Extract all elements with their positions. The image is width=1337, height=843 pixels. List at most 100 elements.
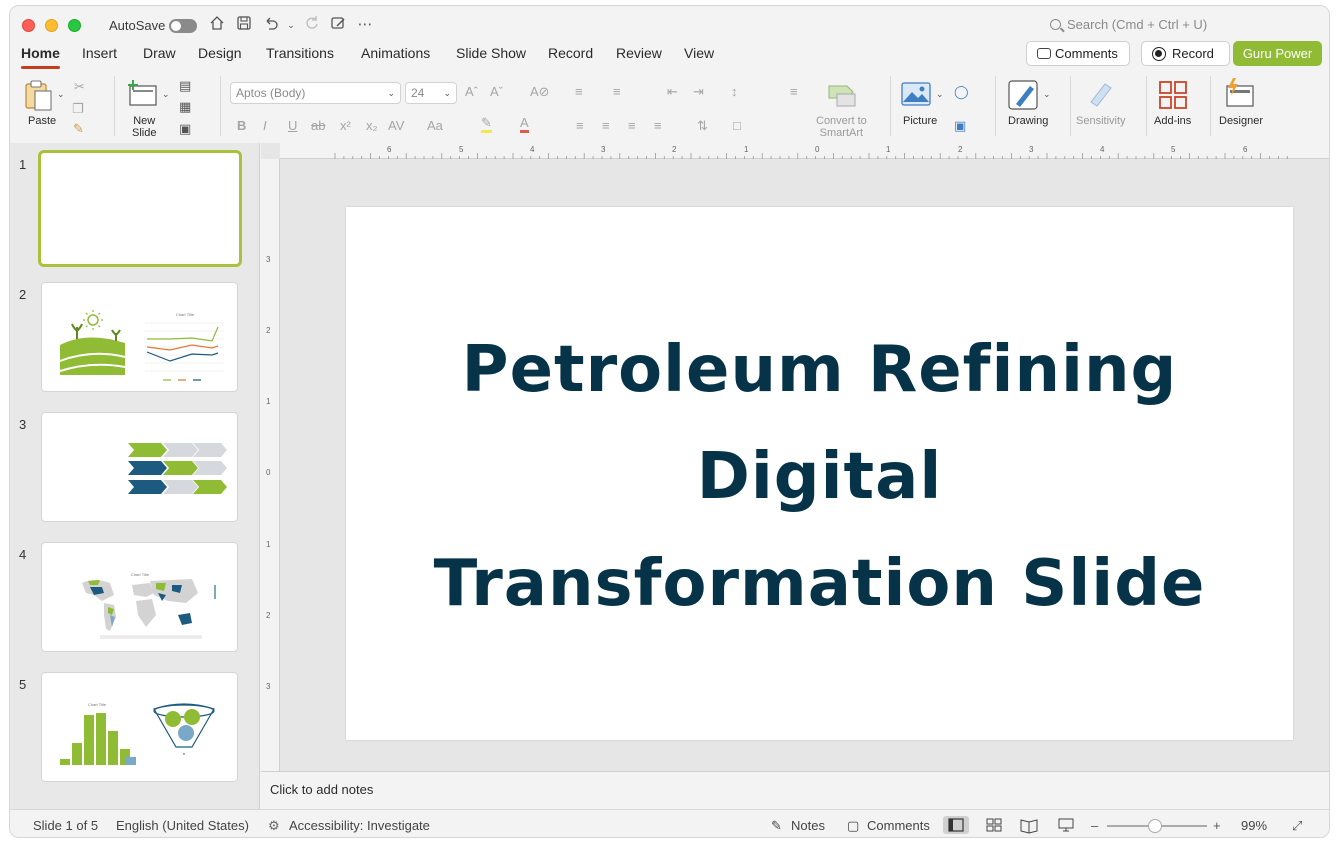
- reading-view-button[interactable]: [1016, 816, 1042, 834]
- paste-button[interactable]: [24, 80, 54, 115]
- align-center-icon[interactable]: ≡: [602, 118, 610, 133]
- tab-design[interactable]: Design: [198, 45, 242, 61]
- notes-pane[interactable]: Click to add notes: [261, 771, 1329, 809]
- change-case-icon[interactable]: Aa: [427, 118, 443, 133]
- notes-icon[interactable]: ✎: [771, 818, 782, 834]
- redo-icon[interactable]: [302, 15, 322, 35]
- line-spacing-icon[interactable]: ↕: [731, 84, 738, 99]
- font-size-select[interactable]: 24 ⌄: [405, 82, 457, 104]
- language[interactable]: English (United States): [116, 818, 249, 833]
- slide-thumbnail-3[interactable]: [41, 412, 238, 522]
- more-icon[interactable]: ⋯: [355, 15, 375, 35]
- slide-thumbnail-1[interactable]: [38, 150, 242, 267]
- search-input[interactable]: Search (Cmd + Ctrl + U): [1067, 17, 1207, 32]
- drawing-dropdown-chevron-icon[interactable]: ⌄: [1043, 89, 1051, 100]
- notes-placeholder[interactable]: Click to add notes: [270, 782, 373, 797]
- font-color-icon[interactable]: A: [520, 116, 529, 133]
- save-icon[interactable]: [234, 15, 254, 35]
- slide-title[interactable]: Petroleum Refining Digital Transformatio…: [346, 317, 1293, 638]
- close-window-button[interactable]: [22, 19, 35, 32]
- align-right-icon[interactable]: ≡: [628, 118, 636, 133]
- comments-button[interactable]: Comments: [1026, 41, 1130, 66]
- addins-button[interactable]: [1159, 81, 1187, 112]
- normal-view-button[interactable]: [943, 816, 969, 834]
- columns-icon[interactable]: ≡: [790, 84, 798, 99]
- slide-thumbnail-2[interactable]: Chart Title: [41, 282, 238, 392]
- zoom-level[interactable]: 99%: [1241, 818, 1267, 833]
- reset-icon[interactable]: ▦: [179, 99, 191, 115]
- slide-thumbnail-4[interactable]: Chart Title: [41, 542, 238, 652]
- shapes-icon[interactable]: ◯: [954, 84, 969, 100]
- bold-icon[interactable]: B: [237, 118, 246, 133]
- superscript-icon[interactable]: x²: [340, 118, 351, 133]
- underline-icon[interactable]: U: [288, 118, 297, 133]
- picture-button[interactable]: [901, 82, 931, 109]
- bullets-icon[interactable]: ≡: [575, 84, 583, 99]
- zoom-in-icon[interactable]: +: [1213, 818, 1221, 833]
- tab-animations[interactable]: Animations: [361, 45, 430, 61]
- slide-1[interactable]: Petroleum Refining Digital Transformatio…: [346, 207, 1293, 740]
- undo-dropdown-chevron-icon[interactable]: ⌄: [281, 15, 301, 35]
- notes-toggle[interactable]: Notes: [791, 818, 825, 833]
- tab-home[interactable]: Home: [21, 45, 60, 69]
- numbering-icon[interactable]: ≡: [613, 84, 621, 99]
- accessibility-status[interactable]: Accessibility: Investigate: [289, 818, 430, 833]
- layout-icon[interactable]: ▤: [179, 78, 191, 94]
- slide-thumbnail-5[interactable]: Chart Title ●: [41, 672, 238, 782]
- text-direction-icon[interactable]: ⇅: [697, 118, 708, 134]
- align-left-icon[interactable]: ≡: [576, 118, 584, 133]
- comment-icon[interactable]: ▢: [847, 818, 859, 834]
- minimize-window-button[interactable]: [45, 19, 58, 32]
- present-icon[interactable]: [328, 15, 348, 35]
- cut-icon[interactable]: ✂: [74, 79, 85, 95]
- italic-icon[interactable]: I: [263, 118, 267, 133]
- increase-font-size-icon[interactable]: Aˆ: [465, 84, 478, 99]
- copy-icon[interactable]: ❐: [72, 101, 84, 117]
- fit-to-window-icon[interactable]: ⤢: [1292, 818, 1302, 834]
- zoom-window-button[interactable]: [68, 19, 81, 32]
- autosave-toggle[interactable]: [169, 19, 197, 33]
- drawing-button[interactable]: [1008, 80, 1040, 113]
- designer-button[interactable]: [1224, 78, 1256, 111]
- text-box-icon[interactable]: ▣: [954, 118, 966, 134]
- new-slide-button[interactable]: [127, 80, 159, 111]
- tab-review[interactable]: Review: [616, 45, 662, 61]
- sensitivity-button[interactable]: [1087, 80, 1113, 111]
- guru-power-button[interactable]: Guru Power: [1233, 41, 1322, 66]
- new-slide-dropdown-chevron-icon[interactable]: ⌄: [162, 89, 170, 100]
- subscript-icon[interactable]: x₂: [366, 118, 378, 133]
- tab-view[interactable]: View: [684, 45, 714, 61]
- comments-toggle[interactable]: Comments: [867, 818, 930, 833]
- zoom-slider-handle[interactable]: [1148, 819, 1162, 833]
- justify-icon[interactable]: ≡: [654, 118, 662, 133]
- section-icon[interactable]: ▣: [179, 121, 191, 137]
- search-box[interactable]: Search (Cmd + Ctrl + U): [1050, 17, 1207, 32]
- slide-editing-canvas[interactable]: 6 5 4 3 2 1 0 1 2 3 4 5 6 3 2 1 0 1 2 3 …: [261, 143, 1329, 771]
- strikethrough-icon[interactable]: ab: [311, 118, 325, 133]
- clear-formatting-icon[interactable]: A⊘: [530, 84, 550, 100]
- increase-indent-icon[interactable]: ⇥: [693, 84, 704, 100]
- format-painter-icon[interactable]: ✎: [73, 121, 84, 137]
- tab-record[interactable]: Record: [548, 45, 593, 61]
- font-name-select[interactable]: Aptos (Body) ⌄: [230, 82, 401, 104]
- zoom-out-icon[interactable]: –: [1091, 818, 1098, 833]
- home-icon[interactable]: [207, 15, 227, 35]
- record-button[interactable]: Record: [1141, 41, 1230, 66]
- tab-transitions[interactable]: Transitions: [266, 45, 334, 61]
- slide-show-button[interactable]: [1053, 816, 1079, 834]
- highlight-icon[interactable]: ✎: [481, 116, 492, 133]
- accessibility-icon[interactable]: ⚙: [268, 818, 280, 834]
- tab-draw[interactable]: Draw: [143, 45, 176, 61]
- tab-slide-show[interactable]: Slide Show: [456, 45, 526, 61]
- decrease-indent-icon[interactable]: ⇤: [667, 84, 678, 100]
- align-text-icon[interactable]: □: [733, 118, 741, 133]
- decrease-font-size-icon[interactable]: Aˇ: [490, 84, 503, 99]
- tab-insert[interactable]: Insert: [82, 45, 117, 61]
- picture-dropdown-chevron-icon[interactable]: ⌄: [936, 89, 944, 100]
- undo-icon[interactable]: [261, 15, 281, 35]
- character-spacing-icon[interactable]: AV: [388, 118, 404, 133]
- thumbnail-3-graphic: [128, 443, 227, 494]
- slide-sorter-button[interactable]: [981, 816, 1007, 834]
- paste-dropdown-chevron-icon[interactable]: ⌄: [57, 89, 65, 100]
- convert-smartart-button[interactable]: [827, 82, 857, 111]
